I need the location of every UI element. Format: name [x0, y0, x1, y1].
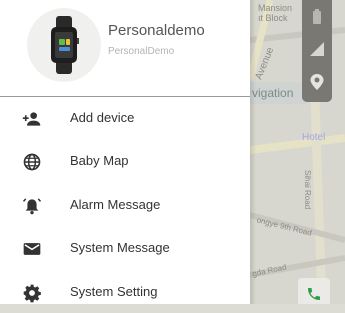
profile-name: Personaldemo: [108, 22, 205, 39]
navigation-bar[interactable]: vigation: [250, 82, 308, 104]
add-person-icon: [22, 112, 41, 126]
gear-icon: [23, 284, 41, 303]
menu-item-system-message[interactable]: System Message: [0, 227, 250, 269]
alarm-bell-icon: [22, 198, 42, 215]
call-button[interactable]: [298, 278, 330, 304]
smartwatch-icon: [51, 16, 79, 74]
map-toolbar: [302, 0, 332, 102]
mail-icon: [23, 243, 41, 255]
menu-item-label: System Message: [70, 240, 170, 255]
location-button[interactable]: [302, 66, 332, 96]
menu-item-system-setting[interactable]: System Setting: [0, 271, 250, 313]
globe-icon: [23, 153, 41, 171]
menu-item-label: System Setting: [70, 284, 158, 299]
map-label-sihai-road: Sihai Road: [303, 170, 312, 210]
phone-icon: [308, 288, 320, 300]
menu-item-baby-map[interactable]: Baby Map: [0, 140, 250, 182]
menu-item-add-device[interactable]: Add device: [0, 97, 250, 139]
battery-button[interactable]: [302, 2, 332, 32]
signal-button[interactable]: [302, 34, 332, 64]
menu-item-label: Alarm Message: [70, 197, 161, 212]
drawer-shadow: [250, 0, 256, 304]
navigation-drawer: Personaldemo PersonalDemo Add device Bab: [0, 0, 250, 304]
menu-item-label: Add device: [70, 110, 135, 125]
profile-header[interactable]: Personaldemo PersonalDemo: [0, 0, 250, 96]
profile-subtitle: PersonalDemo: [108, 46, 175, 57]
avatar[interactable]: [27, 8, 101, 82]
map-label-mansion: Mansion ıt Block: [258, 3, 293, 23]
map-view[interactable]: Mansion ıt Block Avenue vigation Hotel S…: [250, 0, 345, 304]
signal-icon: [310, 42, 324, 56]
battery-icon: [313, 9, 321, 24]
menu-item-label: Baby Map: [70, 153, 129, 168]
location-pin-icon: [310, 74, 324, 90]
map-label-hotel: Hotel: [302, 132, 326, 143]
menu-item-alarm-message[interactable]: Alarm Message: [0, 184, 250, 226]
